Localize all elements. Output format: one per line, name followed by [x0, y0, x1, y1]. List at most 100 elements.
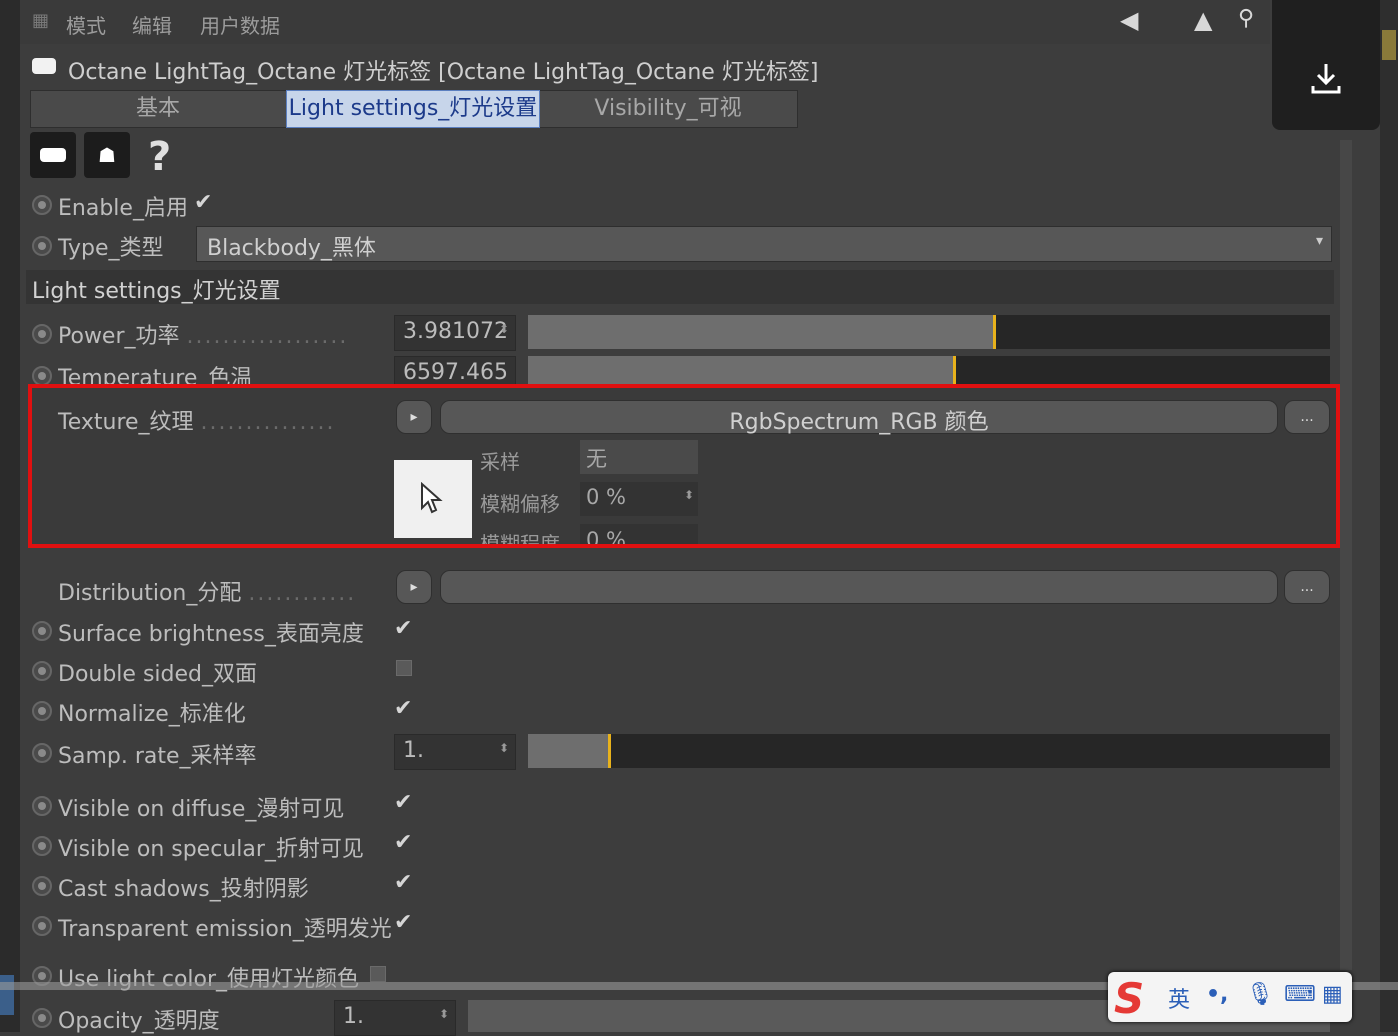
opacity-field[interactable]: 1. ⬍ — [334, 1000, 456, 1036]
apps-icon[interactable]: ▦ — [1322, 982, 1343, 1007]
highlight-box — [28, 384, 1340, 548]
attribute-title: Octane LightTag_Octane 灯光标签 [Octane Ligh… — [26, 50, 1336, 86]
leader-dots: ............ — [248, 581, 357, 606]
transparent-emission-checkbox[interactable]: ✔ — [394, 910, 412, 935]
surface-brightness-label: Surface brightness_表面亮度 — [58, 622, 364, 647]
menu-edit[interactable]: 编辑 — [132, 10, 172, 39]
visible-diffuse-checkbox[interactable]: ✔ — [394, 790, 412, 815]
keyboard-icon[interactable]: ⌨ — [1284, 982, 1316, 1007]
surface-brightness-radio[interactable] — [32, 621, 52, 641]
area-light-button[interactable]: ☗ — [84, 132, 130, 178]
power-value: 3.981072 — [403, 319, 508, 344]
window-title: Octane LightTag_Octane 灯光标签 [Octane Ligh… — [68, 60, 819, 85]
power-label-text: Power_功率 — [58, 324, 180, 349]
distribution-label: Distribution_分配 ............ — [58, 575, 356, 607]
section-title: Light settings_灯光设置 — [32, 279, 281, 304]
spinner-icon[interactable]: ⬍ — [439, 1007, 449, 1021]
sogou-icon[interactable]: S — [1114, 974, 1162, 1023]
visible-specular-label: Visible on specular_折射可见 — [58, 837, 364, 862]
tab-bar: 基本 Light settings_灯光设置 Visibility_可视 — [30, 90, 798, 128]
type-value: Blackbody_黑体 — [207, 236, 376, 261]
tab-visibility[interactable]: Visibility_可视 — [541, 91, 795, 127]
leader-dots: .................. — [186, 324, 349, 349]
enable-checkbox[interactable]: ✔ — [194, 190, 212, 215]
transparent-emission-radio[interactable] — [32, 916, 52, 936]
ime-punct[interactable]: •, — [1206, 982, 1228, 1007]
surface-brightness-checkbox[interactable]: ✔ — [394, 616, 412, 641]
section-header[interactable]: Light settings_灯光设置 — [26, 270, 1334, 304]
samp-rate-value: 1. — [403, 738, 424, 763]
area-light-icon: ☗ — [98, 143, 116, 167]
temperature-slider-fill — [528, 356, 953, 384]
enable-radio[interactable] — [32, 195, 52, 215]
transparent-emission-label: Transparent emission_透明发光 — [58, 917, 392, 942]
distribution-shader-button[interactable] — [440, 570, 1278, 604]
power-slider-handle[interactable] — [993, 315, 996, 349]
cast-shadows-checkbox[interactable]: ✔ — [394, 870, 412, 895]
ime-toolbar[interactable]: S 英 •, 🎙 ⌨ ▦ — [1108, 972, 1352, 1023]
cast-shadows-radio[interactable] — [32, 876, 52, 896]
visible-diffuse-radio[interactable] — [32, 796, 52, 816]
double-sided-radio[interactable] — [32, 661, 52, 681]
scrollbar[interactable] — [1340, 140, 1352, 970]
visible-specular-checkbox[interactable]: ✔ — [394, 830, 412, 855]
double-sided-checkbox[interactable] — [396, 660, 412, 676]
samp-rate-slider-handle[interactable] — [608, 734, 611, 768]
search-icon[interactable]: ⚲ — [1238, 6, 1254, 31]
normalize-checkbox[interactable]: ✔ — [394, 696, 412, 721]
cast-shadows-label: Cast shadows_投射阴影 — [58, 877, 309, 902]
opacity-radio[interactable] — [32, 1008, 52, 1028]
temperature-value: 6597.465 — [403, 360, 508, 385]
samp-rate-slider-fill — [528, 734, 608, 768]
right-edge-panel — [1380, 0, 1398, 1032]
cursor-icon[interactable]: ▲ — [1194, 6, 1212, 34]
double-sided-label: Double sided_双面 — [58, 662, 257, 687]
type-radio[interactable] — [32, 236, 52, 256]
power-field[interactable]: 3.981072 ⬍ — [394, 315, 516, 351]
power-radio[interactable] — [32, 324, 52, 344]
use-light-color-checkbox[interactable] — [370, 966, 386, 982]
temperature-slider[interactable] — [528, 356, 1330, 384]
power-label: Power_功率 .................. — [58, 318, 348, 350]
normalize-radio[interactable] — [32, 701, 52, 721]
visible-diffuse-label: Visible on diffuse_漫射可见 — [58, 797, 345, 822]
right-edge-accent — [1382, 30, 1396, 60]
grid-icon[interactable]: ▦ — [32, 10, 52, 31]
power-slider[interactable] — [528, 315, 1330, 349]
samp-rate-slider[interactable] — [528, 734, 1330, 768]
spinner-icon[interactable]: ⬍ — [499, 322, 509, 336]
enable-label: Enable_启用 — [58, 196, 188, 221]
help-icon[interactable]: ? — [148, 134, 171, 180]
distribution-arrow-button[interactable]: ▸ — [396, 570, 432, 604]
power-slider-fill — [528, 315, 993, 349]
temperature-field[interactable]: 6597.465 — [394, 356, 516, 386]
left-edge-panel — [0, 0, 20, 1032]
temperature-radio[interactable] — [32, 366, 52, 386]
samp-rate-radio[interactable] — [32, 743, 52, 763]
distribution-more-button[interactable]: ... — [1284, 570, 1330, 604]
tab-basic[interactable]: 基本 — [31, 91, 285, 127]
visible-specular-radio[interactable] — [32, 836, 52, 856]
left-edge-accent — [0, 975, 14, 1015]
mic-icon[interactable]: 🎙 — [1246, 982, 1274, 1007]
opacity-label: Opacity_透明度 — [58, 1009, 220, 1034]
menu-user-data[interactable]: 用户数据 — [200, 10, 280, 39]
tab-light-settings[interactable]: Light settings_灯光设置 — [286, 90, 540, 128]
type-dropdown[interactable]: Blackbody_黑体 ▾ — [196, 226, 1332, 262]
ime-lang[interactable]: 英 — [1168, 982, 1190, 1014]
opacity-value: 1. — [343, 1004, 364, 1029]
spinner-icon[interactable]: ⬍ — [499, 741, 509, 755]
arrow-back-icon[interactable]: ◀ — [1120, 6, 1138, 34]
type-label: Type_类型 — [58, 236, 164, 261]
chevron-down-icon: ▾ — [1315, 233, 1323, 249]
light-tag-icon — [40, 148, 66, 162]
light-tag-icon — [32, 58, 56, 74]
temperature-slider-handle[interactable] — [953, 356, 956, 384]
normalize-label: Normalize_标准化 — [58, 702, 246, 727]
light-tag-button[interactable] — [30, 132, 76, 178]
samp-rate-field[interactable]: 1. ⬍ — [394, 734, 516, 770]
distribution-label-text: Distribution_分配 — [58, 581, 242, 606]
menu-mode[interactable]: 模式 — [66, 10, 106, 39]
temperature-label: Temperature_色温 — [58, 366, 253, 384]
samp-rate-label: Samp. rate_采样率 — [58, 744, 257, 769]
